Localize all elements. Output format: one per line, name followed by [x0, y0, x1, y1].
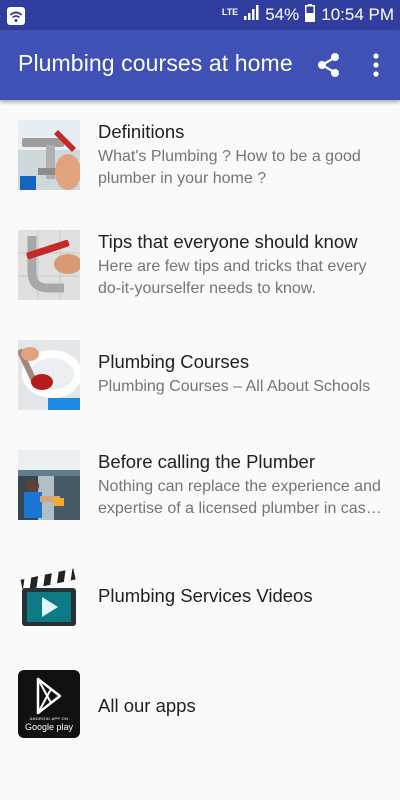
plumber-under-sink-photo [18, 450, 80, 520]
status-bar: LTE 54% 10:54 PM [0, 0, 400, 30]
plunger-photo [18, 340, 80, 410]
list-item-definitions[interactable]: Definitions What's Plumbing ? How to be … [0, 110, 400, 210]
item-subtitle: Nothing can replace the experience and e… [98, 478, 381, 517]
share-icon[interactable] [316, 52, 342, 78]
list-item-videos[interactable]: Plumbing Services Videos [0, 550, 400, 650]
item-title: Definitions [98, 121, 185, 142]
google-play-icon: ANDROID APP ON Google play [18, 670, 80, 738]
item-title: Before calling the Plumber [98, 451, 315, 472]
pipe-wrench-photo [18, 230, 80, 300]
signal-icon [244, 5, 259, 25]
badge-big-text: Google play [24, 722, 74, 732]
item-title: All our apps [98, 695, 196, 716]
list-item-all-apps[interactable]: ANDROID APP ON Google play All our apps [0, 660, 400, 760]
plumber-wrench-photo [18, 120, 80, 190]
app-title: Plumbing courses at home [18, 50, 293, 76]
more-vert-icon[interactable] [364, 52, 388, 78]
item-subtitle: What's Plumbing ? How to be a good plumb… [98, 148, 361, 187]
item-title: Tips that everyone should know [98, 231, 358, 252]
app-bar: Plumbing courses at home [0, 30, 400, 100]
battery-icon [305, 3, 316, 27]
item-subtitle: Plumbing Courses – All About Schools [98, 378, 371, 395]
battery-percent: 54% [265, 5, 300, 24]
badge-small-text: ANDROID APP ON [29, 716, 69, 721]
network-type-label: LTE [221, 7, 239, 17]
notification-icon [6, 6, 26, 31]
video-clapper-icon [18, 564, 80, 634]
item-title: Plumbing Courses [98, 351, 250, 372]
item-subtitle: Here are few tips and tricks that every … [98, 258, 367, 297]
list-item-before-calling[interactable]: Before calling the Plumber Nothing can r… [0, 440, 400, 540]
item-title: Plumbing Services Videos [98, 585, 313, 606]
clock: 10:54 PM [321, 5, 394, 24]
list-item-courses[interactable]: Plumbing Courses Plumbing Courses – All … [0, 330, 400, 430]
list-item-tips[interactable]: Tips that everyone should know Here are … [0, 220, 400, 320]
